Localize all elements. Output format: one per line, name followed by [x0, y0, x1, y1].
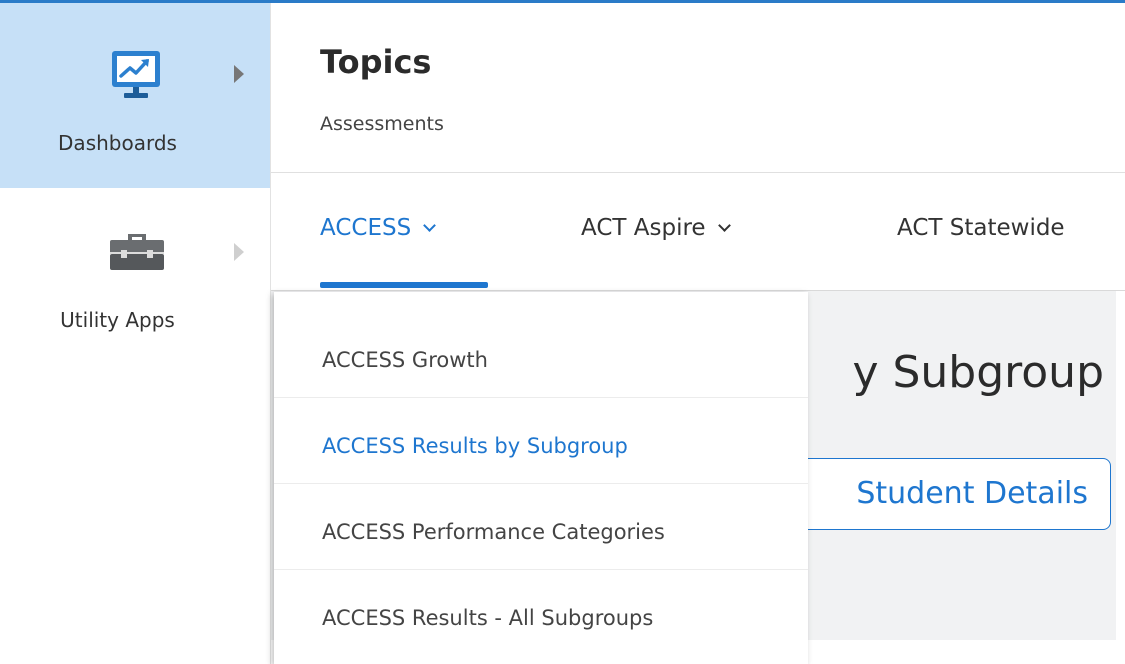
page-header: Topics Assessments: [271, 3, 1125, 173]
menu-item-label: ACCESS Growth: [322, 348, 488, 372]
chevron-right-icon: [234, 243, 244, 261]
chevron-down-icon: [717, 219, 731, 232]
tab-label: ACT Statewide: [897, 215, 1065, 241]
dashboard-title: y Subgroup: [852, 347, 1104, 398]
page-title: Topics: [320, 43, 432, 81]
active-tab-indicator: [320, 282, 488, 288]
student-details-label: Student Details: [856, 476, 1088, 511]
chevron-down-icon: [423, 219, 437, 232]
menu-item-label: ACCESS Performance Categories: [322, 520, 665, 544]
menu-item-access-results-by-subgroup[interactable]: ACCESS Results by Subgroup: [274, 398, 808, 484]
chevron-right-icon: [234, 65, 244, 83]
sidebar: Dashboards Utility Apps: [0, 3, 271, 664]
sidebar-item-label: Utility Apps: [60, 308, 175, 332]
sidebar-item-label: Dashboards: [58, 131, 177, 155]
menu-item-label: ACCESS Results - All Subgroups: [322, 606, 654, 630]
topic-tabs: ACCESS ACT Aspire ACT Statewide: [271, 173, 1125, 291]
menu-item-label: ACCESS Results by Subgroup: [322, 434, 628, 458]
menu-item-access-results-all-subgroups[interactable]: ACCESS Results - All Subgroups: [274, 570, 808, 656]
sidebar-item-dashboards[interactable]: Dashboards: [0, 3, 270, 188]
tab-act-statewide[interactable]: ACT Statewide: [897, 215, 1065, 241]
student-details-button[interactable]: Student Details: [791, 458, 1111, 530]
menu-item-access-performance-categories[interactable]: ACCESS Performance Categories: [274, 484, 808, 570]
tab-label: ACT Aspire: [581, 215, 706, 241]
toolbox-icon: [106, 228, 168, 276]
dashboard-monitor-icon: [106, 45, 166, 109]
tab-act-aspire[interactable]: ACT Aspire: [581, 215, 731, 241]
page-subtitle: Assessments: [320, 113, 444, 135]
tab-access[interactable]: ACCESS: [320, 215, 437, 241]
sidebar-item-utility-apps[interactable]: Utility Apps: [0, 188, 270, 348]
menu-item-access-growth[interactable]: ACCESS Growth: [274, 312, 808, 398]
tab-label: ACCESS: [320, 215, 412, 241]
access-dropdown-menu: ACCESS Growth ACCESS Results by Subgroup…: [274, 292, 808, 664]
